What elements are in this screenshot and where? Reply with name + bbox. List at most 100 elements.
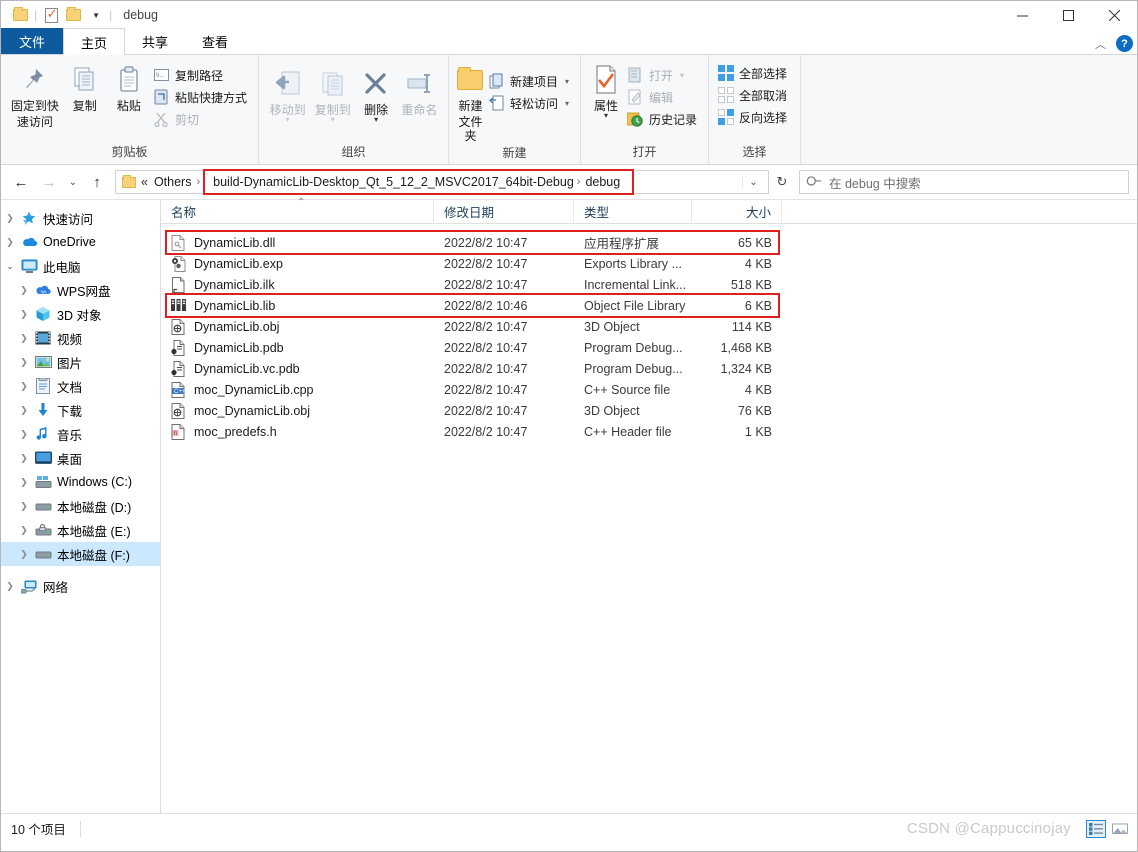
chevron-right-icon[interactable]: ❯: [1, 213, 19, 224]
sidebar-item-local-disk-e[interactable]: ❯ 本地磁盘 (E:): [1, 518, 160, 542]
table-row[interactable]: DynamicLib.lib 2022/8/2 10:46 Object Fil…: [161, 295, 1137, 316]
breadcrumb-debug[interactable]: debug: [581, 171, 626, 193]
table-row[interactable]: DynamicLib.obj 2022/8/2 10:47 3D Object …: [161, 316, 1137, 337]
chevron-right-icon[interactable]: ❯: [15, 429, 33, 440]
up-button[interactable]: ↑: [83, 168, 111, 196]
file-name-cell[interactable]: DynamicLib.exp: [161, 253, 434, 274]
chevron-right-icon[interactable]: ❯: [15, 525, 33, 536]
file-name-cell[interactable]: C++ moc_DynamicLib.cpp: [161, 379, 434, 400]
paste-button[interactable]: 粘贴: [107, 60, 151, 113]
chevron-right-icon[interactable]: ❯: [15, 501, 33, 512]
chevron-right-icon[interactable]: ❯: [15, 381, 33, 392]
copy-to-button[interactable]: 复制到 ▾: [310, 64, 355, 124]
minimize-button[interactable]: [999, 1, 1045, 29]
history-button[interactable]: 历史记录: [625, 108, 702, 130]
tab-share[interactable]: 共享: [125, 28, 185, 54]
help-icon[interactable]: ?: [1116, 35, 1133, 52]
paste-shortcut-button[interactable]: 粘贴快捷方式: [151, 86, 252, 108]
copy-button[interactable]: 复制: [63, 60, 107, 113]
chevron-right-icon[interactable]: ❯: [15, 309, 33, 320]
close-button[interactable]: [1091, 1, 1137, 29]
easy-access-button[interactable]: 轻松访问 ▾: [486, 92, 574, 114]
table-row[interactable]: DynamicLib.vc.pdb 2022/8/2 10:47 Program…: [161, 358, 1137, 379]
file-name-cell[interactable]: DynamicLib.ilk: [161, 274, 434, 295]
sidebar-item-videos[interactable]: ❯ 视频: [1, 326, 160, 350]
file-name-cell[interactable]: h moc_predefs.h: [161, 421, 434, 442]
sidebar-item-local-disk-f[interactable]: ❯ 本地磁盘 (F:): [1, 542, 160, 566]
sidebar-item-network[interactable]: ❯ 网络: [1, 574, 160, 598]
table-row[interactable]: moc_DynamicLib.obj 2022/8/2 10:47 3D Obj…: [161, 400, 1137, 421]
large-icons-view-icon[interactable]: [1111, 821, 1129, 837]
navigation-pane[interactable]: ❯ 快速访问 ❯ OneDrive ⌄ 此电脑 ❯ WPS网盘 ❯ 3D 对象 …: [1, 200, 161, 813]
chevron-down-icon[interactable]: ⌄: [1, 261, 19, 272]
easy-access-caret-icon[interactable]: ▾: [565, 99, 569, 108]
new-folder-button[interactable]: 新建 文件夹: [455, 60, 486, 143]
table-row[interactable]: DynamicLib.dll 2022/8/2 10:47 应用程序扩展 65 …: [161, 232, 1137, 253]
sidebar-item-local-disk-d[interactable]: ❯ 本地磁盘 (D:): [1, 494, 160, 518]
sidebar-item-downloads[interactable]: ❯ 下载: [1, 398, 160, 422]
sidebar-item-3d-objects[interactable]: ❯ 3D 对象: [1, 302, 160, 326]
table-row[interactable]: DynamicLib.exp 2022/8/2 10:47 Exports Li…: [161, 253, 1137, 274]
breadcrumb-overflow[interactable]: «: [139, 171, 150, 193]
recent-locations-button[interactable]: ⌄: [63, 168, 83, 196]
folder-icon[interactable]: [9, 4, 31, 26]
file-list-pane[interactable]: 名称 修改日期 类型 大小 ⌃ DynamicLib.dll 2022/8/2 …: [161, 197, 1137, 813]
new-item-button[interactable]: 新建项目 ▾: [486, 70, 574, 92]
new-folder-icon[interactable]: [62, 4, 84, 26]
chevron-right-icon[interactable]: ❯: [1, 237, 19, 248]
chevron-right-icon[interactable]: ❯: [1, 581, 19, 592]
file-name-cell[interactable]: moc_DynamicLib.obj: [161, 400, 434, 421]
forward-button[interactable]: →: [35, 168, 63, 196]
column-header-size[interactable]: 大小: [692, 199, 782, 224]
sidebar-item-documents[interactable]: ❯ 文档: [1, 374, 160, 398]
table-row[interactable]: C++ moc_DynamicLib.cpp 2022/8/2 10:47 C+…: [161, 379, 1137, 400]
chevron-right-icon[interactable]: ❯: [15, 333, 33, 344]
tab-view[interactable]: 查看: [185, 28, 245, 54]
move-to-button[interactable]: 移动到 ▾: [265, 64, 310, 124]
sidebar-item-pictures[interactable]: ❯ 图片: [1, 350, 160, 374]
search-input[interactable]: 在 debug 中搜索: [829, 173, 921, 192]
chevron-right-icon[interactable]: ❯: [15, 453, 33, 464]
chevron-right-icon[interactable]: ❯: [15, 477, 33, 488]
chevron-right-icon[interactable]: ❯: [15, 357, 33, 368]
table-row[interactable]: DynamicLib.pdb 2022/8/2 10:47 Program De…: [161, 337, 1137, 358]
file-name-cell[interactable]: DynamicLib.obj: [161, 316, 434, 337]
chevron-down-icon[interactable]: ▼: [84, 4, 106, 26]
column-header-date[interactable]: 修改日期: [434, 199, 574, 224]
tab-home[interactable]: 主页: [63, 28, 126, 55]
back-button[interactable]: ←: [7, 168, 35, 196]
details-view-icon[interactable]: [1086, 819, 1106, 838]
open-button[interactable]: 打开 ▾: [625, 64, 702, 86]
properties-icon[interactable]: [40, 4, 62, 26]
collapse-ribbon-button[interactable]: ︿: [1091, 36, 1110, 52]
sidebar-item-wps-cloud[interactable]: ❯ WPS网盘: [1, 278, 160, 302]
cut-button[interactable]: 剪切: [151, 108, 252, 130]
pin-to-quick-access-button[interactable]: 固定到快 速访问: [7, 60, 63, 129]
copy-path-button[interactable]: \\... 复制路径: [151, 64, 252, 86]
sidebar-item-music[interactable]: ❯ 音乐: [1, 422, 160, 446]
chevron-right-icon[interactable]: ❯: [15, 549, 33, 560]
new-item-caret-icon[interactable]: ▾: [565, 77, 569, 86]
table-row[interactable]: DynamicLib.ilk 2022/8/2 10:47 Incrementa…: [161, 274, 1137, 295]
address-bar[interactable]: « Others › build-DynamicLib-Desktop_Qt_5…: [115, 169, 769, 195]
column-header-type[interactable]: 类型: [574, 199, 692, 224]
rename-button[interactable]: 重命名: [397, 64, 442, 117]
file-name-cell[interactable]: DynamicLib.lib: [161, 295, 434, 316]
edit-button[interactable]: 编辑: [625, 86, 702, 108]
refresh-button[interactable]: ↻: [769, 174, 795, 190]
open-caret-icon[interactable]: ▾: [680, 71, 684, 80]
file-name-cell[interactable]: DynamicLib.vc.pdb: [161, 358, 434, 379]
sidebar-item-desktop[interactable]: ❯ 桌面: [1, 446, 160, 470]
table-row[interactable]: h moc_predefs.h 2022/8/2 10:47 C++ Heade…: [161, 421, 1137, 442]
invert-selection-button[interactable]: 反向选择: [715, 106, 792, 128]
properties-button[interactable]: 属性 ▾: [587, 60, 625, 120]
delete-button[interactable]: 删除 ▾: [355, 64, 396, 124]
chevron-right-icon[interactable]: ❯: [15, 285, 33, 296]
sidebar-item-windows-c[interactable]: ❯ Windows (C:): [1, 470, 160, 494]
tab-file[interactable]: 文件: [1, 28, 64, 54]
maximize-button[interactable]: [1045, 1, 1091, 29]
breadcrumb-build-dir[interactable]: build-DynamicLib-Desktop_Qt_5_12_2_MSVC2…: [211, 171, 576, 193]
search-box[interactable]: 在 debug 中搜索: [799, 170, 1129, 194]
sidebar-item-quick-access[interactable]: ❯ 快速访问: [1, 206, 160, 230]
sidebar-item-this-pc[interactable]: ⌄ 此电脑: [1, 254, 160, 278]
